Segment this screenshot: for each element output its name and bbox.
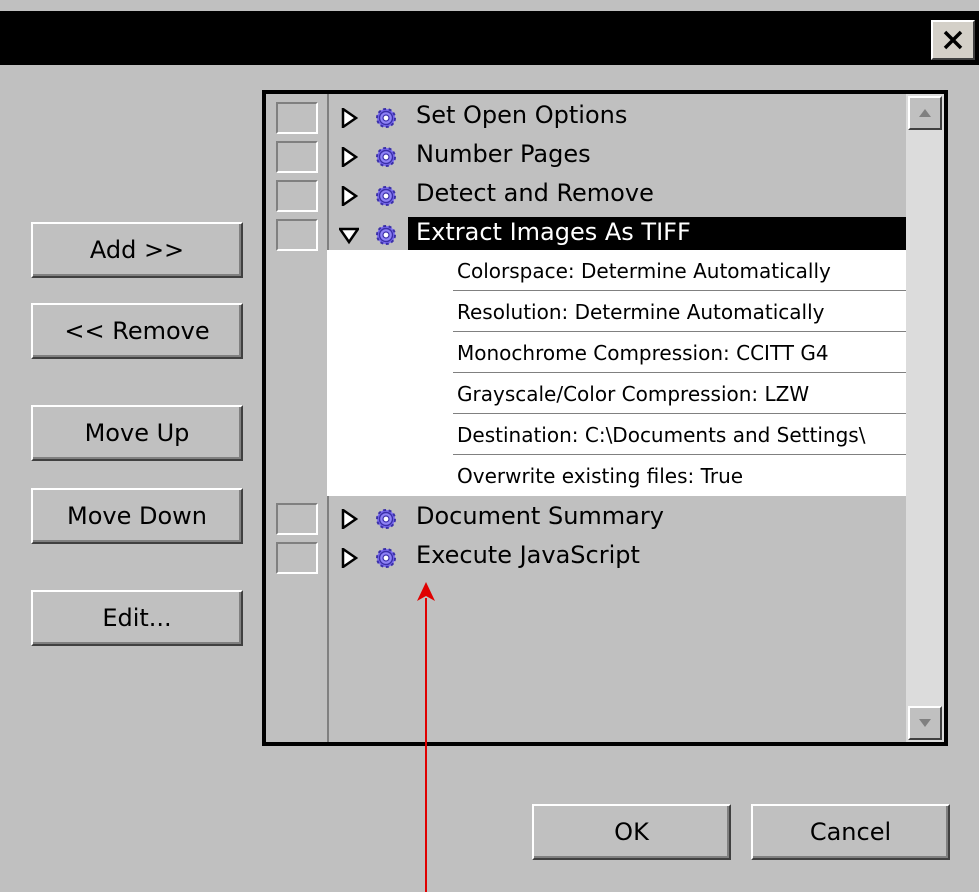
- remove-button[interactable]: << Remove: [31, 303, 243, 359]
- gear-icon: [376, 509, 396, 529]
- cancel-button[interactable]: Cancel: [751, 804, 950, 860]
- add-button[interactable]: Add >>: [31, 222, 243, 278]
- action-label: Extract Images As TIFF: [416, 218, 691, 246]
- vertical-scrollbar[interactable]: [906, 94, 944, 742]
- list-item[interactable]: Detect and Remove: [266, 176, 906, 215]
- top-strip: [0, 0, 979, 11]
- list-item-selected[interactable]: Extract Images As TIFF: [266, 215, 928, 254]
- detail-text: Colorspace: Determine Automatically: [457, 259, 831, 283]
- detail-row: Monochrome Compression: CCITT G4: [453, 332, 913, 373]
- action-label: Detect and Remove: [416, 179, 654, 207]
- expand-triangle-icon[interactable]: [339, 186, 359, 206]
- sequence-list[interactable]: Set Open Options Number Pages Detect and…: [262, 90, 948, 746]
- detail-row: Overwrite existing files: True: [453, 455, 913, 496]
- item-checkbox[interactable]: [276, 503, 318, 535]
- gear-icon: [376, 186, 396, 206]
- detail-text: Destination: C:\Documents and Settings\: [457, 423, 866, 447]
- list-item[interactable]: Document Summary: [266, 499, 906, 538]
- annotation-arrow-line: [425, 598, 427, 892]
- item-checkbox[interactable]: [276, 219, 318, 251]
- move-down-button[interactable]: Move Down: [31, 488, 243, 544]
- detail-row: Resolution: Determine Automatically: [453, 291, 913, 332]
- expand-triangle-icon[interactable]: [339, 509, 359, 529]
- gear-icon: [376, 225, 396, 245]
- scroll-up-button[interactable]: [908, 96, 942, 130]
- move-up-button[interactable]: Move Up: [31, 405, 243, 461]
- close-button[interactable]: [931, 20, 975, 60]
- detail-text: Overwrite existing files: True: [457, 464, 744, 488]
- detail-text: Resolution: Determine Automatically: [457, 300, 825, 324]
- item-checkbox[interactable]: [276, 141, 318, 173]
- list-item[interactable]: Number Pages: [266, 137, 906, 176]
- scroll-up-arrow-icon: [919, 109, 931, 117]
- edit-button[interactable]: Edit...: [31, 590, 243, 646]
- list-item[interactable]: Set Open Options: [266, 98, 906, 137]
- gear-icon: [376, 147, 396, 167]
- action-label: Number Pages: [416, 140, 591, 168]
- detail-row: Destination: C:\Documents and Settings\: [453, 414, 913, 455]
- detail-row: Grayscale/Color Compression: LZW: [453, 373, 913, 414]
- collapse-triangle-icon[interactable]: [339, 225, 359, 245]
- action-label: Document Summary: [416, 502, 664, 530]
- action-label: Execute JavaScript: [416, 541, 640, 569]
- scroll-down-button[interactable]: [908, 706, 942, 740]
- list-item[interactable]: Execute JavaScript: [266, 538, 906, 577]
- gear-icon: [376, 108, 396, 128]
- expand-triangle-icon[interactable]: [339, 147, 359, 167]
- annotation-arrow-icon: [417, 582, 435, 601]
- gear-icon: [376, 548, 396, 568]
- action-label: Set Open Options: [416, 101, 628, 129]
- item-checkbox[interactable]: [276, 102, 318, 134]
- action-details: Colorspace: Determine Automatically Reso…: [327, 250, 913, 496]
- ok-button[interactable]: OK: [532, 804, 731, 860]
- scroll-down-arrow-icon: [919, 719, 931, 727]
- item-checkbox[interactable]: [276, 180, 318, 212]
- expand-triangle-icon[interactable]: [339, 108, 359, 128]
- detail-text: Monochrome Compression: CCITT G4: [457, 341, 829, 365]
- item-checkbox[interactable]: [276, 542, 318, 574]
- expand-triangle-icon[interactable]: [339, 548, 359, 568]
- sequence-rows: Set Open Options Number Pages Detect and…: [266, 94, 928, 742]
- close-icon: [943, 30, 963, 50]
- detail-row: Colorspace: Determine Automatically: [453, 250, 913, 291]
- title-bar: [0, 11, 979, 65]
- detail-text: Grayscale/Color Compression: LZW: [457, 382, 810, 406]
